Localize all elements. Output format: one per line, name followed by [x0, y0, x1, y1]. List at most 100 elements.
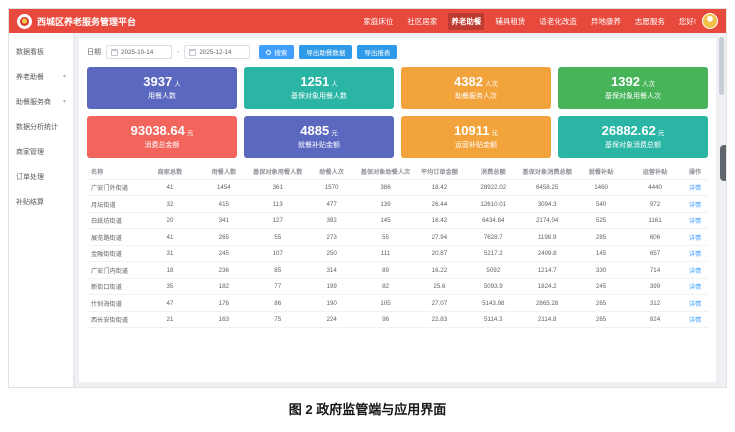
detail-link[interactable]: 详情 — [689, 268, 701, 275]
sidebar-item[interactable]: 数据分析统计 — [9, 114, 73, 139]
sidebar-item[interactable]: 补贴结算 — [9, 189, 73, 214]
end-date-input[interactable]: 2025-12-14 — [184, 45, 250, 59]
value-cell: 341 — [197, 212, 251, 229]
stat-value: 93038.64元 — [131, 124, 194, 138]
sidebar-item-label: 商家管理 — [16, 147, 44, 157]
export-report-button[interactable]: 导出报表 — [357, 45, 397, 59]
user-avatar[interactable] — [702, 13, 718, 29]
sidebar-item[interactable]: 养老助餐▾ — [9, 64, 73, 89]
stat-label: 就餐补贴金额 — [298, 140, 340, 150]
street-name-cell: 广安门外街道 — [87, 179, 143, 196]
table-row: 广安门外街道411454361157038618.4228922.026458.… — [87, 179, 708, 196]
nav-item[interactable]: 异地康养 — [588, 13, 624, 30]
nav-item[interactable]: 社区居家 — [404, 13, 440, 30]
start-date-value: 2025-10-14 — [121, 49, 153, 56]
value-cell: 127 — [251, 212, 305, 229]
table-row: 广安门内街道18236853148916.2250921214.7330714详… — [87, 262, 708, 279]
app-window: 西城区养老服务管理平台 家庭床位社区居家养老助餐辅具租赁适老化改造异地康养志愿服… — [8, 8, 727, 388]
value-cell: 399 — [628, 278, 682, 295]
platform-logo-icon — [17, 14, 32, 29]
stat-unit: 人次 — [642, 81, 655, 88]
detail-link[interactable]: 详情 — [689, 235, 701, 242]
value-cell: 4440 — [628, 179, 682, 196]
table-column-header: 基保对象助餐人次 — [359, 167, 413, 179]
value-cell: 111 — [359, 245, 413, 262]
value-cell: 21 — [143, 311, 197, 328]
detail-link[interactable]: 详情 — [689, 218, 701, 225]
stat-label: 基保对象用餐人次 — [605, 91, 661, 101]
nav-item[interactable]: 志愿服务 — [632, 13, 668, 30]
action-cell: 详情 — [682, 295, 708, 312]
sidebar-item[interactable]: 助餐服务商▾ — [9, 89, 73, 114]
start-date-input[interactable]: 2025-10-14 — [106, 45, 172, 59]
search-button[interactable]: 搜索 — [259, 45, 294, 59]
value-cell: 2174.04 — [520, 212, 574, 229]
export-meal-data-button[interactable]: 导出助餐数据 — [299, 45, 352, 59]
stat-label: 基保对象用餐人数 — [291, 91, 347, 101]
main-panel: 日期 2025-10-14 - 2025-12-14 搜索 导出助餐数据 导出报… — [79, 38, 716, 382]
detail-link[interactable]: 详情 — [689, 251, 701, 258]
value-cell: 5114.3 — [466, 311, 520, 328]
table-row: 白纸坊街道2034112739214516.426434.842174.0452… — [87, 212, 708, 229]
detail-link[interactable]: 详情 — [689, 284, 701, 291]
scrollbar-thumb[interactable] — [719, 37, 724, 95]
stat-card: 1251人基保对象用餐人数 — [244, 67, 394, 109]
street-name-cell: 金融街街道 — [87, 245, 143, 262]
value-cell: 2865.28 — [520, 295, 574, 312]
action-cell: 详情 — [682, 262, 708, 279]
stat-card: 3937人用餐人数 — [87, 67, 237, 109]
window-scrollbar[interactable] — [719, 37, 724, 383]
nav-item[interactable]: 您好! — [676, 13, 699, 30]
app-header: 西城区养老服务管理平台 家庭床位社区居家养老助餐辅具租赁适老化改造异地康养志愿服… — [9, 9, 726, 33]
value-cell: 824 — [628, 311, 682, 328]
side-widget-handle[interactable] — [720, 145, 726, 181]
nav-item[interactable]: 适老化改造 — [536, 13, 580, 30]
stat-value: 4382人次 — [454, 75, 498, 89]
value-cell: 89 — [359, 262, 413, 279]
stat-label: 助餐服务人次 — [455, 91, 497, 101]
value-cell: 273 — [305, 229, 359, 246]
value-cell: 86 — [251, 295, 305, 312]
date-range-separator: - — [177, 49, 179, 56]
stat-label: 运营补贴金额 — [455, 140, 497, 150]
stat-value: 4885元 — [300, 124, 337, 138]
detail-link[interactable]: 详情 — [689, 202, 701, 209]
value-cell: 972 — [628, 196, 682, 213]
detail-link[interactable]: 详情 — [689, 301, 701, 308]
sidebar: 数据看板养老助餐▾助餐服务商▾数据分析统计商家管理订单处理补贴结算 — [9, 33, 73, 387]
detail-link[interactable]: 详情 — [689, 185, 701, 192]
table-row: 金融街街道3124510725011120.875217.22409.81456… — [87, 245, 708, 262]
action-cell: 详情 — [682, 229, 708, 246]
value-cell: 47 — [143, 295, 197, 312]
action-cell: 详情 — [682, 212, 708, 229]
stat-unit: 元 — [658, 130, 665, 137]
stat-unit: 人 — [174, 81, 181, 88]
nav-item[interactable]: 辅具租赁 — [492, 13, 528, 30]
stat-label: 消费总金额 — [145, 140, 180, 150]
stat-card: 10911元运营补贴金额 — [401, 116, 551, 158]
value-cell: 32 — [143, 196, 197, 213]
sidebar-item[interactable]: 商家管理 — [9, 139, 73, 164]
detail-link[interactable]: 详情 — [689, 317, 701, 324]
street-name-cell: 白纸坊街道 — [87, 212, 143, 229]
nav-item[interactable]: 养老助餐 — [448, 13, 484, 30]
street-name-cell: 西长安街街道 — [87, 311, 143, 328]
action-cell: 详情 — [682, 311, 708, 328]
value-cell: 392 — [305, 212, 359, 229]
value-cell: 145 — [574, 245, 628, 262]
value-cell: 1570 — [305, 179, 359, 196]
sidebar-item[interactable]: 订单处理 — [9, 164, 73, 189]
search-icon — [266, 50, 271, 55]
value-cell: 6434.84 — [466, 212, 520, 229]
value-cell: 82 — [359, 278, 413, 295]
value-cell: 182 — [197, 278, 251, 295]
top-nav: 家庭床位社区居家养老助餐辅具租赁适老化改造异地康养志愿服务您好! — [360, 13, 699, 30]
sidebar-item[interactable]: 数据看板 — [9, 39, 73, 64]
value-cell: 5217.2 — [466, 245, 520, 262]
street-stats-table: 名称商家总数用餐人数基保对象用餐人数助餐人次基保对象助餐人次平均订单金额消费总额… — [87, 167, 708, 328]
value-cell: 25.6 — [412, 278, 466, 295]
nav-item[interactable]: 家庭床位 — [360, 13, 396, 30]
date-filter-label: 日期 — [87, 47, 101, 57]
value-cell: 35 — [143, 278, 197, 295]
search-button-label: 搜索 — [274, 47, 287, 57]
